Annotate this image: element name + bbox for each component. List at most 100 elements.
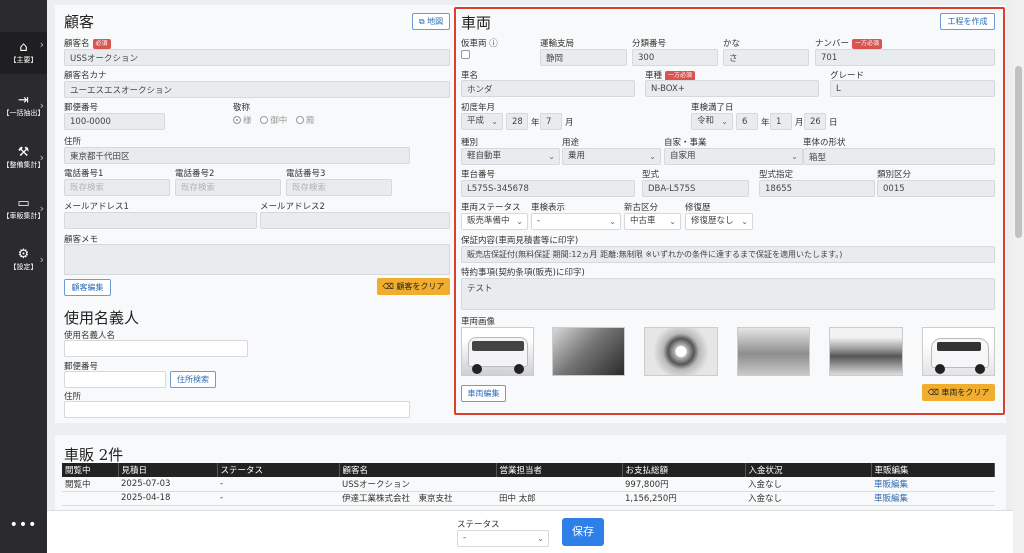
cell-viewing: 閲覧中	[62, 477, 118, 492]
insp-display-select[interactable]: - ⌄	[531, 213, 621, 230]
vehicle-status-label: 車両ステータス	[461, 203, 521, 213]
warranty-field[interactable]: 販売店保証付(無料保証 期間:12ヵ月 距離:無制限 ※いずれかの条件に達するま…	[461, 246, 995, 263]
vehicle-image-side[interactable]	[922, 327, 995, 376]
radio-dono[interactable]	[295, 116, 304, 124]
phone3-field[interactable]	[286, 179, 392, 196]
usage-select[interactable]: 乗用 ⌄	[562, 148, 661, 165]
email1-field[interactable]	[64, 212, 257, 229]
sales-edit-link[interactable]: 車販編集	[874, 480, 908, 490]
create-process-button[interactable]: 工程を作成	[940, 13, 995, 30]
chevron-right-icon: ›	[39, 253, 44, 266]
cell-quote-date: 2025-04-18	[118, 491, 217, 506]
email2-field[interactable]	[260, 212, 450, 229]
vehicle-edit-button[interactable]: 車両編集	[461, 385, 506, 402]
vehicle-image-interior-seat[interactable]	[552, 327, 625, 376]
more-icon[interactable]: •••	[0, 517, 47, 533]
cell-sales-rep: 田中 太郎	[496, 491, 622, 506]
vehicle-clear-button[interactable]: ⌫ 車両をクリア	[922, 384, 995, 401]
customer-name-field[interactable]	[64, 49, 450, 66]
katashiki-spec-field[interactable]	[759, 180, 875, 197]
chevron-down-icon: ⌄	[721, 117, 728, 126]
sales-edit-link[interactable]: 車販編集	[874, 494, 908, 504]
katashiki-spec-label: 型式指定	[759, 170, 794, 180]
year-unit: 年	[761, 118, 770, 128]
sidebar-item-label: 【一括抽出】	[2, 109, 45, 117]
sidebar-item-settings[interactable]: ⚙ › 【設定】	[0, 247, 47, 279]
address-field[interactable]	[64, 147, 410, 164]
insp-year-field[interactable]	[736, 113, 758, 130]
temp-vehicle-checkbox[interactable]	[461, 50, 470, 59]
nominee-name-field[interactable]	[64, 340, 248, 357]
vehicle-image-rear-seats[interactable]	[737, 327, 810, 376]
customer-kana-field[interactable]	[64, 81, 450, 98]
save-button[interactable]: 保存	[562, 518, 604, 546]
phone1-field[interactable]	[64, 179, 170, 196]
insp-day-field[interactable]	[804, 113, 826, 130]
address-search-button[interactable]: 住所検索	[170, 371, 216, 388]
first-reg-label: 初度年月	[461, 103, 496, 113]
vehicle-clear-label: 車両をクリア	[941, 388, 990, 397]
kana-field[interactable]	[723, 49, 809, 66]
cell-payment: 入金なし	[745, 491, 871, 506]
vehicle-image-headlight[interactable]	[644, 327, 718, 376]
bureau-field[interactable]	[540, 49, 627, 66]
grade-field[interactable]	[830, 80, 995, 97]
customer-edit-button[interactable]: 顧客編集	[64, 279, 111, 296]
sidebar-item-export[interactable]: ⇥ › 【一括抽出】	[0, 93, 47, 125]
first-month-field[interactable]	[540, 113, 562, 130]
insp-month-field[interactable]	[770, 113, 792, 130]
sidebar-item-maintenance[interactable]: ⚒ › 【整備集計】	[0, 145, 47, 177]
customer-clear-button[interactable]: ⌫ 顧客をクリア	[377, 278, 450, 295]
footer-status-select[interactable]: - ⌄	[457, 530, 549, 547]
nominee-address-field[interactable]	[64, 401, 410, 418]
chassis-field[interactable]	[461, 180, 635, 197]
chevron-down-icon: ⌄	[669, 217, 676, 226]
business-select[interactable]: 自家用 ⌄	[664, 148, 803, 165]
help-icon: ⓘ	[489, 39, 498, 49]
vehicle-image-front[interactable]	[461, 327, 534, 376]
category-field[interactable]	[877, 180, 995, 197]
vehicle-status-select[interactable]: 販売準備中 ⌄	[461, 213, 528, 230]
radio-onchu[interactable]	[260, 116, 269, 124]
sidebar-item-car-sales[interactable]: ▭ › 【車販集計】	[0, 196, 47, 228]
memo-field[interactable]	[64, 244, 450, 275]
chevron-right-icon: ›	[39, 38, 44, 51]
body-shape-field[interactable]	[803, 148, 995, 165]
col-customer: 顧客名	[339, 463, 497, 477]
scrollbar[interactable]	[1013, 0, 1024, 553]
nominee-postal-field[interactable]	[64, 371, 166, 388]
first-era-select[interactable]: 平成 ⌄	[461, 113, 503, 130]
month-unit: 月	[565, 118, 574, 128]
first-year-field[interactable]	[506, 113, 528, 130]
vehicle-image-dashboard[interactable]	[829, 327, 903, 376]
type-select[interactable]: 軽自動車 ⌄	[461, 148, 560, 165]
map-button[interactable]: ⧉ 地図	[412, 13, 450, 30]
scrollbar-thumb[interactable]	[1015, 66, 1022, 238]
business-label: 自家・事業	[664, 138, 707, 148]
map-button-label: 地図	[427, 17, 444, 26]
special-label: 特約事項(契約条項(販売)に印字)	[461, 268, 585, 278]
chevron-down-icon: ⌄	[741, 217, 748, 226]
special-field[interactable]: テスト	[461, 278, 995, 310]
number-label: ナンバー 一方必須	[815, 37, 883, 49]
katashiki-field[interactable]	[642, 180, 749, 197]
temp-vehicle-label: 仮車両 ⓘ	[461, 39, 498, 49]
phone2-field[interactable]	[175, 179, 281, 196]
map-icon: ⧉	[418, 17, 425, 26]
postal-field[interactable]	[64, 113, 165, 130]
model-field[interactable]	[645, 80, 819, 97]
table-header-row: 閲覧中 見積日 ステータス 顧客名 営業担当者 お支払総額 入金状況 車販編集	[62, 463, 995, 477]
category-label: 類別区分	[877, 170, 912, 180]
repair-select[interactable]: 修復歴なし ⌄	[685, 213, 753, 230]
insp-era-select[interactable]: 令和 ⌄	[691, 113, 733, 130]
class-number-field[interactable]	[632, 49, 718, 66]
radio-sama[interactable]	[233, 116, 241, 124]
number-field[interactable]	[815, 49, 995, 66]
new-used-select[interactable]: 中古車 ⌄	[624, 213, 681, 230]
postal-label: 郵便番号	[64, 103, 99, 113]
sidebar-item-main[interactable]: ⌂ › 【主要】	[0, 32, 47, 74]
maker-field[interactable]	[461, 80, 635, 97]
customer-clear-label: 顧客をクリア	[396, 282, 445, 291]
col-quote-date: 見積日	[118, 463, 218, 477]
chevron-down-icon: ⌄	[649, 152, 656, 161]
